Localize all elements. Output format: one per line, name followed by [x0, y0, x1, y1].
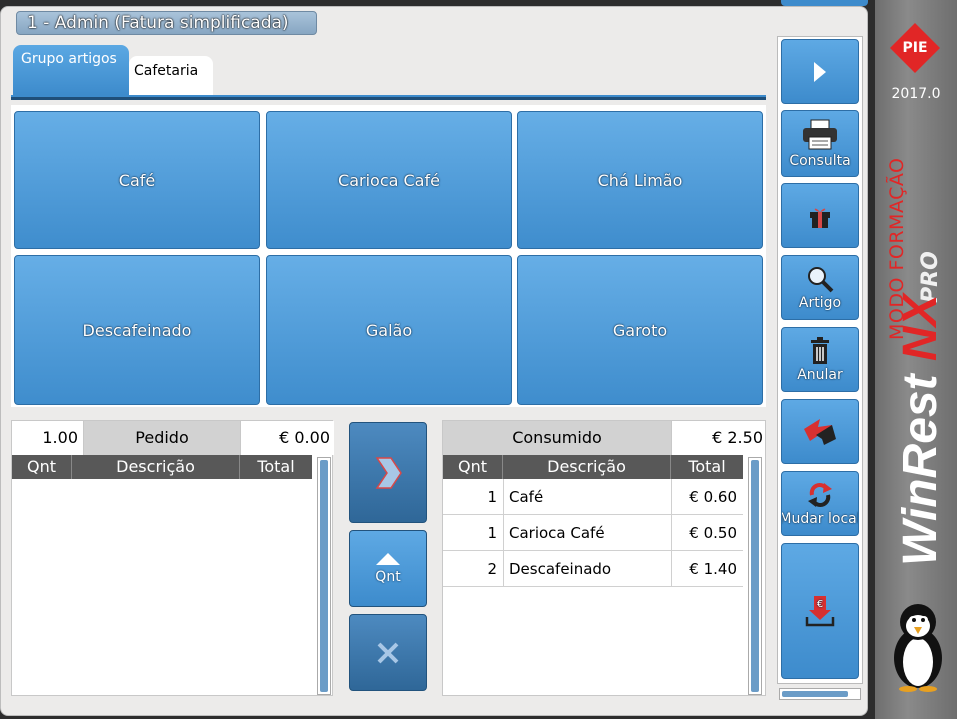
order-table-header: Qnt Descrição Total	[12, 455, 312, 479]
triangle-up-icon	[376, 553, 400, 565]
trash-icon	[811, 336, 829, 364]
search-icon	[808, 266, 834, 292]
consumed-scrollbar[interactable]	[748, 457, 762, 695]
table-row[interactable]: 1 Carioca Café € 0.50	[443, 515, 743, 551]
tab-bar-divider	[11, 95, 766, 100]
mudar-local-button[interactable]: Mudar local	[781, 471, 859, 536]
table-row[interactable]: 1 Café € 0.60	[443, 479, 743, 515]
order-scrollbar[interactable]	[317, 457, 331, 695]
transfer-arrows-button[interactable]	[781, 399, 859, 464]
order-quantity[interactable]: 1.00	[12, 421, 84, 455]
payment-button[interactable]: €	[781, 543, 859, 679]
consulta-button[interactable]: Consulta	[781, 110, 859, 177]
product-button-cafe[interactable]: Café	[14, 111, 260, 249]
side-scrollbar[interactable]	[779, 688, 861, 700]
product-name-nx: NX	[894, 294, 947, 362]
quantity-up-button[interactable]: Qnt	[349, 530, 427, 607]
product-logo: WinRest NX	[893, 294, 948, 566]
order-total: € 0.00	[240, 421, 334, 455]
arrow-right-icon	[375, 456, 402, 489]
next-button[interactable]	[781, 39, 859, 104]
pie-logo: PIE	[890, 23, 940, 73]
product-button-cha-limao[interactable]: Chá Limão	[517, 111, 763, 249]
order-col-descricao: Descrição	[72, 455, 240, 479]
product-button-descafeinado[interactable]: Descafeinado	[14, 255, 260, 405]
consumed-scroll-thumb[interactable]	[751, 460, 759, 692]
product-button-galao[interactable]: Galão	[266, 255, 512, 405]
consumed-total: € 2.50	[671, 421, 767, 455]
consumed-panel: Consumido € 2.50 Qnt Descrição Total 1 C…	[442, 420, 766, 696]
order-col-qnt: Qnt	[12, 455, 72, 479]
artigo-button[interactable]: Artigo	[781, 255, 859, 320]
consumed-col-qnt: Qnt	[443, 455, 503, 479]
consumed-col-total: Total	[688, 457, 726, 476]
consumed-table-header: Qnt Descrição Total	[443, 455, 743, 479]
artigo-label: Artigo	[798, 294, 842, 311]
refresh-icon	[808, 482, 832, 507]
order-scroll-thumb[interactable]	[320, 460, 328, 692]
order-col-total: Total	[257, 457, 295, 476]
anular-label: Anular	[797, 366, 843, 383]
split-arrows-icon	[804, 418, 836, 445]
svg-text:€: €	[817, 599, 823, 610]
gift-button[interactable]	[781, 183, 859, 248]
consulta-label: Consulta	[789, 152, 851, 169]
order-label: Pedido	[84, 421, 240, 455]
euro-download-icon: €	[805, 596, 835, 627]
side-scroll-thumb[interactable]	[782, 691, 848, 697]
consumed-col-descricao: Descrição	[503, 455, 671, 479]
window-title: 1 - Admin (Fatura simplificada)	[16, 11, 317, 35]
transfer-button[interactable]	[349, 422, 427, 523]
printer-icon	[803, 119, 837, 149]
product-button-garoto[interactable]: Garoto	[517, 255, 763, 405]
version-label: 2017.0	[891, 86, 941, 102]
product-button-carioca-cafe[interactable]: Carioca Café	[266, 111, 512, 249]
order-panel: 1.00 Pedido € 0.00 Qnt Descrição Total	[11, 420, 334, 696]
tab-grupo-artigos[interactable]: Grupo artigos	[13, 45, 129, 95]
table-row[interactable]: 2 Descafeinado € 1.40	[443, 551, 743, 587]
anular-button[interactable]: Anular	[781, 327, 859, 392]
gift-icon	[810, 208, 830, 228]
chevron-right-icon	[814, 61, 826, 82]
product-grid: Café Carioca Café Chá Limão Descafeinado…	[11, 105, 766, 407]
close-icon	[377, 642, 399, 663]
penguin-mascot-icon	[894, 604, 942, 692]
cancel-button[interactable]	[349, 614, 427, 691]
mudar-local-label: Mudar local	[781, 510, 859, 527]
consumed-label: Consumido	[443, 421, 671, 455]
quantity-up-label: Qnt	[375, 569, 401, 585]
tab-cafetaria[interactable]: Cafetaria	[129, 56, 213, 95]
pie-logo-text: PIE	[902, 40, 927, 56]
product-name-winrest: WinRest	[894, 374, 947, 566]
